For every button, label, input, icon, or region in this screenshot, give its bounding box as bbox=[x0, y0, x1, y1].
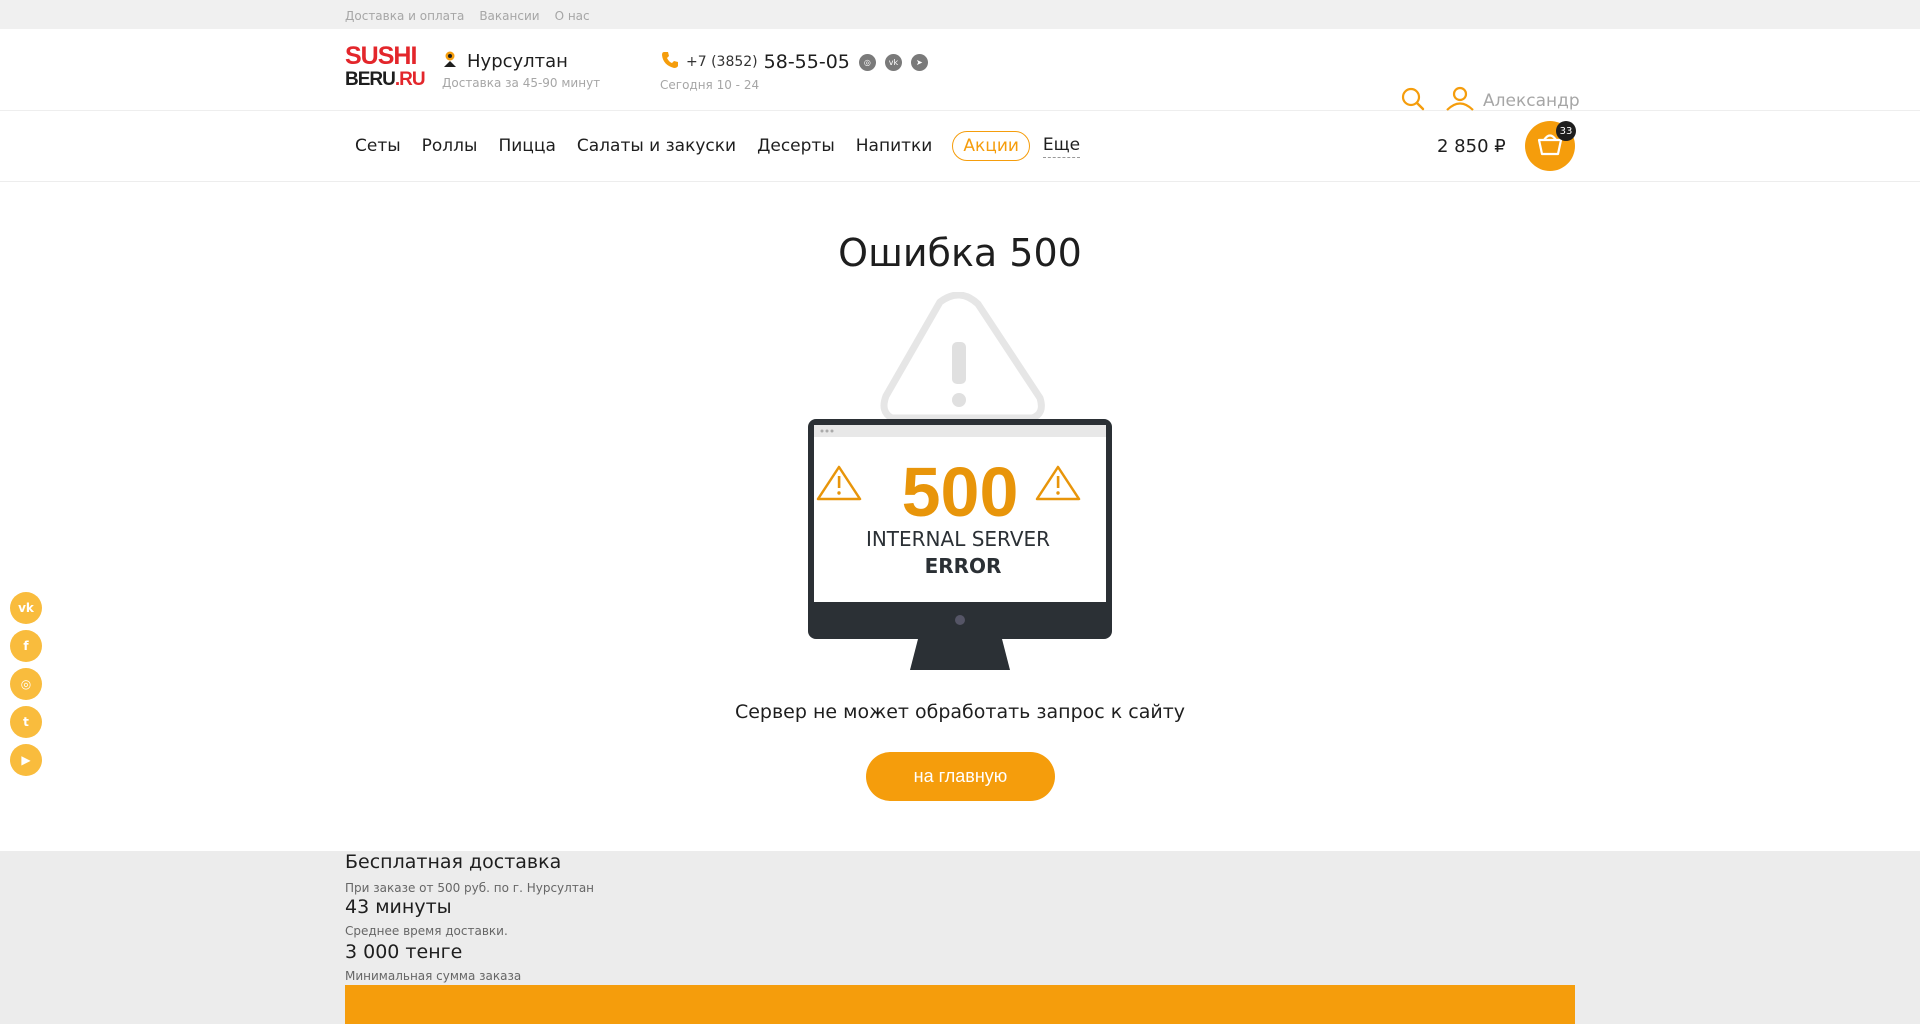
phone-prefix[interactable]: +7 (3852) bbox=[686, 54, 758, 70]
instagram-icon[interactable]: ◎ bbox=[10, 668, 42, 700]
footer-big-3: 3 000 тенге bbox=[345, 941, 463, 963]
link-delivery[interactable]: Доставка и оплата bbox=[345, 9, 464, 23]
telegram-icon[interactable]: ➤ bbox=[910, 53, 928, 71]
logo-line2: BERU.RU bbox=[345, 68, 426, 92]
logo-line2b: .RU bbox=[394, 69, 426, 90]
nav-item-sets[interactable]: Сеты bbox=[345, 136, 411, 156]
delivery-time: Доставка за 45-90 минут bbox=[442, 76, 601, 90]
header: SUSHI BERU.RU Нурсултан Доставка за 45-9… bbox=[0, 29, 1920, 111]
footer-small-3: Минимальная сумма заказа bbox=[345, 969, 522, 983]
location-pin-icon bbox=[442, 50, 458, 73]
footer-block-time: 43 минуты Среднее время доставки. bbox=[345, 896, 508, 938]
error-illustration: 500 INTERNAL SERVER ERROR bbox=[800, 291, 1120, 676]
city-name[interactable]: Нурсултан bbox=[467, 51, 568, 72]
city-selector[interactable]: Нурсултан Доставка за 45-90 минут bbox=[442, 50, 600, 90]
error-description: Сервер не может обработать запрос к сайт… bbox=[734, 701, 1186, 723]
phone-icon bbox=[660, 50, 680, 74]
top-links: Доставка и оплата Вакансии О нас bbox=[345, 9, 590, 23]
nav-item-salads[interactable]: Салаты и закуски bbox=[567, 136, 746, 156]
working-hours: Сегодня 10 - 24 bbox=[660, 78, 760, 92]
nav-item-rolls[interactable]: Роллы bbox=[412, 136, 488, 156]
phone-number[interactable]: 58-55-05 bbox=[764, 51, 850, 73]
youtube-icon[interactable]: ▶ bbox=[10, 744, 42, 776]
nav-item-drinks[interactable]: Напитки bbox=[846, 136, 943, 156]
footer-block-delivery: Бесплатная доставка При заказе от 500 ру… bbox=[345, 851, 594, 895]
logo-line2a: BERU bbox=[345, 69, 396, 90]
nav-item-more[interactable]: Еще bbox=[1042, 135, 1081, 158]
vk-icon[interactable]: vk bbox=[884, 53, 902, 71]
home-button[interactable]: на главную bbox=[866, 752, 1055, 801]
link-vacancies[interactable]: Вакансии bbox=[479, 9, 539, 23]
vk-icon[interactable]: vk bbox=[10, 592, 42, 624]
instagram-icon[interactable]: ◎ bbox=[858, 53, 876, 71]
facebook-icon[interactable]: f bbox=[10, 630, 42, 662]
top-bar: Доставка и оплата Вакансии О нас bbox=[0, 0, 1920, 29]
nav-item-promo[interactable]: Акции bbox=[952, 131, 1030, 161]
cart-button[interactable]: 33 bbox=[1525, 121, 1576, 171]
cart-sum[interactable]: 2 850 ₽ bbox=[1437, 136, 1506, 157]
side-social-bar: vk f ◎ t ▶ bbox=[10, 592, 42, 776]
link-about[interactable]: О нас bbox=[555, 9, 590, 23]
error-code: 500 bbox=[902, 453, 1019, 531]
footer-big-2: 43 минуты bbox=[345, 896, 452, 918]
error-line1: INTERNAL SERVER bbox=[866, 527, 1050, 551]
error-line2: ERROR bbox=[925, 554, 1002, 578]
logo[interactable]: SUSHI BERU.RU bbox=[345, 42, 426, 94]
user-name[interactable]: Александр bbox=[1483, 91, 1580, 111]
logo-line1: SUSHI bbox=[345, 42, 417, 70]
footer-orange-band bbox=[345, 985, 1575, 1024]
footer-small-1: При заказе от 500 руб. по г. Нурсултан bbox=[345, 881, 595, 895]
footer-big-1: Бесплатная доставка bbox=[345, 851, 562, 873]
footer-block-minimum: 3 000 тенге Минимальная сумма заказа bbox=[345, 941, 521, 983]
nav-divider bbox=[0, 181, 1920, 182]
nav-item-desserts[interactable]: Десерты bbox=[747, 136, 845, 156]
footer-small-2: Среднее время доставки. bbox=[345, 924, 508, 938]
nav-item-pizza[interactable]: Пицца bbox=[488, 136, 565, 156]
cart-count-badge: 33 bbox=[1556, 121, 1576, 141]
page-title: Ошибка 500 bbox=[838, 231, 1082, 275]
phone-block: +7 (3852) 58-55-05 ◎ vk ➤ Сегодня 10 - 2… bbox=[660, 50, 928, 92]
main-nav: Сеты Роллы Пицца Салаты и закуски Десерт… bbox=[345, 111, 1575, 181]
twitter-icon[interactable]: t bbox=[10, 706, 42, 738]
